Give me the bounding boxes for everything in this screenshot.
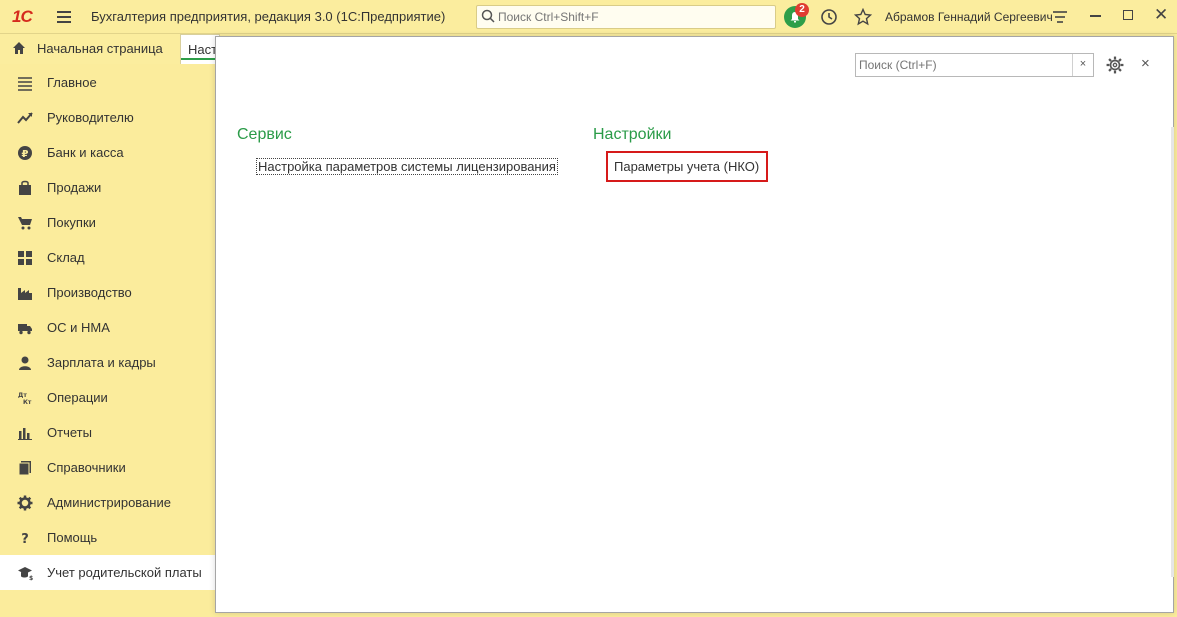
svg-text:$: $: [29, 575, 33, 581]
truck-icon: [18, 324, 32, 335]
clear-search-button[interactable]: ×: [1072, 54, 1093, 76]
home-icon: [13, 42, 25, 54]
sidebar-item-operations[interactable]: Дт Кт Операции: [0, 380, 215, 415]
favorites-star-icon[interactable]: [854, 8, 872, 26]
trend-icon: [17, 112, 33, 124]
sidebar-item-sales[interactable]: Продажи: [0, 170, 215, 205]
sidebar-item-purchases[interactable]: Покупки: [0, 205, 215, 240]
panel-search[interactable]: ×: [855, 53, 1094, 77]
warehouse-grid-icon: [18, 251, 32, 265]
sidebar-item-label: Отчеты: [47, 425, 92, 440]
section-title-service: Сервис: [237, 126, 292, 143]
title-bar: 1С Бухгалтерия предприятия, редакция 3.0…: [0, 0, 1177, 34]
factory-icon: [18, 288, 32, 300]
sidebar-item-label: Зарплата и кадры: [47, 355, 156, 370]
sidebar-item-label: Главное: [47, 75, 97, 90]
sidebar-item-label: Справочники: [47, 460, 126, 475]
tab-home-label: Начальная страница: [37, 41, 163, 56]
sidebar-item-production[interactable]: Производство: [0, 275, 215, 310]
sidebar-item-label: Производство: [47, 285, 132, 300]
person-icon: [19, 356, 31, 370]
sidebar-item-label: Администрирование: [47, 495, 171, 510]
svg-text:Дт: Дт: [18, 392, 27, 399]
global-search[interactable]: [476, 5, 776, 29]
sidebar-item-label: Банк и касса: [47, 145, 124, 160]
svg-text:Кт: Кт: [23, 399, 32, 406]
sidebar-item-salary[interactable]: Зарплата и кадры: [0, 345, 215, 380]
app-title: Бухгалтерия предприятия, редакция 3.0 (1…: [91, 9, 446, 24]
sidebar-item-label: Руководителю: [47, 110, 134, 125]
panel-settings-gear-icon[interactable]: [1106, 56, 1124, 74]
sidebar-item-label: Продажи: [47, 180, 102, 195]
main-menu-icon[interactable]: [57, 11, 71, 23]
sidebar-item-reports[interactable]: Отчеты: [0, 415, 215, 450]
settings-panel: × × Сервис Настройка параметров системы …: [215, 36, 1174, 613]
sidebar-item-label: Помощь: [47, 530, 98, 545]
question-icon: ?: [21, 532, 29, 546]
sidebar-item-parental-fees[interactable]: $ Учет родительской платы: [0, 555, 215, 590]
books-icon: [18, 461, 31, 476]
history-icon[interactable]: [820, 8, 838, 26]
sidebar: Главное Руководителю ₽ Банк и касса Прод…: [0, 65, 215, 617]
cart-icon: [18, 217, 32, 230]
panel-close-icon[interactable]: ×: [1141, 55, 1150, 72]
global-search-input[interactable]: [498, 9, 768, 25]
gear-icon: [17, 495, 33, 511]
bar-chart-icon: [18, 428, 32, 440]
tab-home[interactable]: Начальная страница: [0, 34, 176, 63]
graduation-cap-icon: $: [18, 567, 33, 581]
sidebar-item-help[interactable]: ? Помощь: [0, 520, 215, 555]
maximize-icon[interactable]: [1123, 10, 1133, 20]
sidebar-item-label: Склад: [47, 250, 85, 265]
notifications-badge: 2: [795, 3, 809, 17]
sidebar-item-label: Учет родительской платы: [47, 565, 202, 580]
scrollbar[interactable]: [1171, 127, 1174, 577]
svg-text:₽: ₽: [22, 149, 29, 160]
svg-text:?: ?: [21, 532, 29, 546]
active-tab-indicator: [181, 58, 217, 60]
settings-menu-icon[interactable]: [1052, 9, 1068, 25]
window-close-icon[interactable]: ✕: [1154, 5, 1168, 25]
ruble-coin-icon: ₽: [18, 146, 32, 160]
panel-search-input[interactable]: [859, 57, 1069, 73]
sidebar-item-directories[interactable]: Справочники: [0, 450, 215, 485]
search-icon: [481, 9, 495, 23]
menu-lines-icon: [18, 77, 32, 91]
sidebar-item-label: Операции: [47, 390, 108, 405]
sidebar-item-label: ОС и НМА: [47, 320, 110, 335]
section-title-settings: Настройки: [593, 126, 672, 143]
link-licensing-settings[interactable]: Настройка параметров системы лицензирова…: [256, 158, 558, 175]
sidebar-item-fixed-assets[interactable]: ОС и НМА: [0, 310, 215, 345]
sidebar-item-warehouse[interactable]: Склад: [0, 240, 215, 275]
sidebar-item-label: Покупки: [47, 215, 96, 230]
highlight-frame: [606, 151, 768, 182]
sidebar-item-manager[interactable]: Руководителю: [0, 100, 215, 135]
app-logo: 1С: [12, 7, 33, 26]
user-name[interactable]: Абрамов Геннадий Сергеевич: [885, 10, 1053, 24]
sidebar-item-bank[interactable]: ₽ Банк и касса: [0, 135, 215, 170]
minimize-icon[interactable]: [1090, 15, 1101, 17]
dt-kt-icon: ДтКт: [18, 392, 32, 406]
sidebar-item-main[interactable]: Главное: [0, 65, 215, 100]
sidebar-item-administration[interactable]: Администрирование: [0, 485, 215, 520]
shopping-bag-icon: [19, 180, 31, 195]
